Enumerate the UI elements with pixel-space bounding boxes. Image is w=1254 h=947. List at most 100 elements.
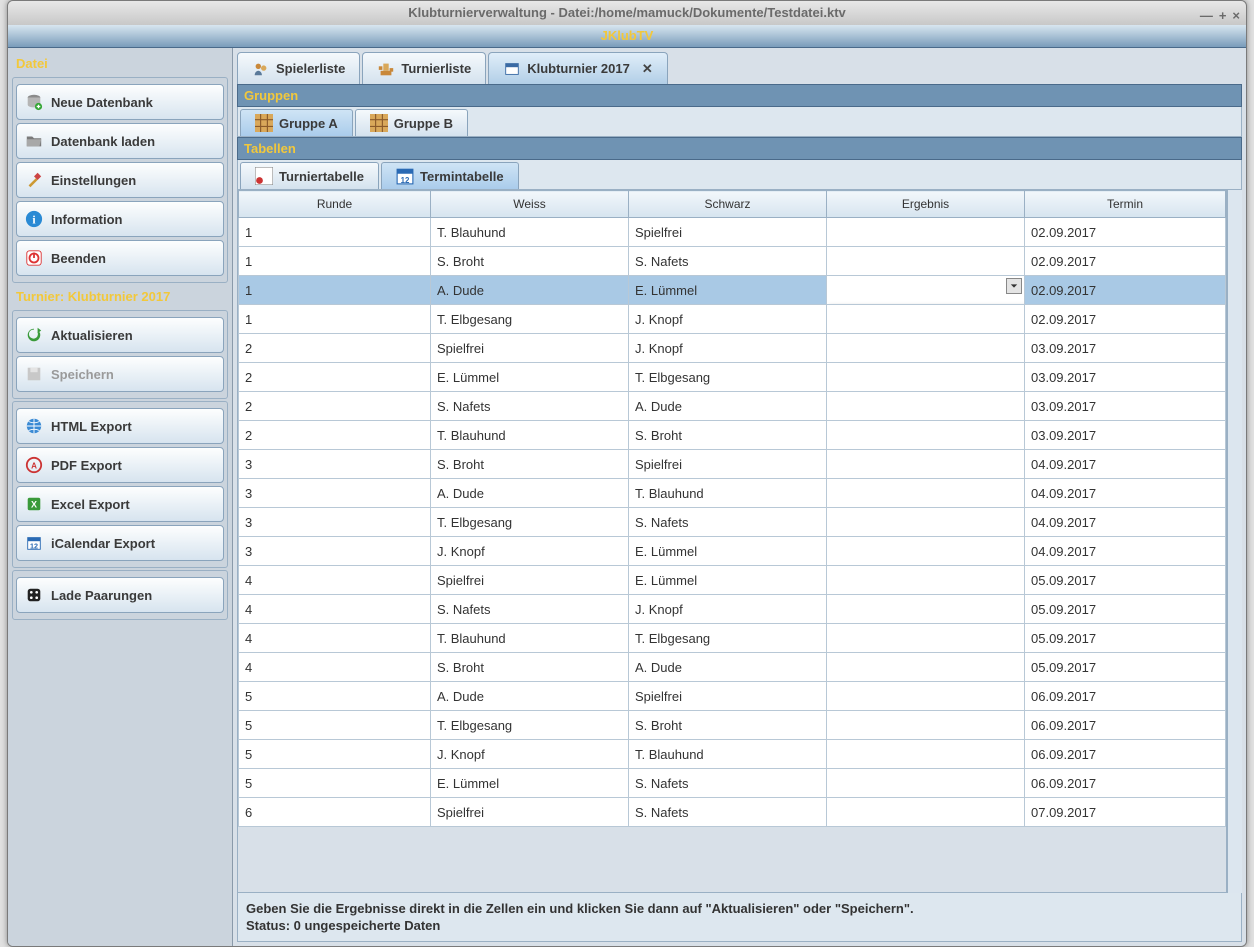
cell[interactable]: S. Broht — [431, 247, 629, 276]
cell[interactable]: E. Lümmel — [431, 769, 629, 798]
cell[interactable]: Spielfrei — [629, 682, 827, 711]
table-row[interactable]: 3A. DudeT. Blauhund04.09.2017 — [239, 479, 1226, 508]
cell[interactable] — [827, 566, 1025, 595]
cell[interactable]: 02.09.2017 — [1025, 218, 1226, 247]
cell[interactable]: 02.09.2017 — [1025, 247, 1226, 276]
info-button[interactable]: i Information — [16, 201, 224, 237]
col-schwarz[interactable]: Schwarz — [629, 191, 827, 218]
cell[interactable]: 06.09.2017 — [1025, 682, 1226, 711]
cell[interactable]: E. Lümmel — [431, 363, 629, 392]
cell[interactable] — [827, 421, 1025, 450]
table-row[interactable]: 2SpielfreiJ. Knopf 03.09.2017 — [239, 334, 1226, 363]
vertical-scrollbar[interactable] — [1227, 190, 1242, 893]
cell[interactable]: S. Nafets — [629, 247, 827, 276]
settings-button[interactable]: Einstellungen — [16, 162, 224, 198]
cell[interactable]: S. Nafets — [629, 769, 827, 798]
cell[interactable]: 07.09.2017 — [1025, 798, 1226, 827]
cell[interactable]: A. Dude — [431, 479, 629, 508]
cell[interactable]: 04.09.2017 — [1025, 537, 1226, 566]
col-ergebnis[interactable]: Ergebnis — [827, 191, 1025, 218]
cell[interactable]: 04.09.2017 — [1025, 450, 1226, 479]
cell[interactable] — [827, 740, 1025, 769]
table-row[interactable]: 3T. ElbgesangS. Nafets04.09.2017 — [239, 508, 1226, 537]
col-runde[interactable]: Runde — [239, 191, 431, 218]
cell[interactable]: 5 — [239, 740, 431, 769]
cell[interactable]: S. Nafets — [629, 508, 827, 537]
cell[interactable]: 06.09.2017 — [1025, 711, 1226, 740]
cell[interactable]: 4 — [239, 653, 431, 682]
col-termin[interactable]: Termin — [1025, 191, 1226, 218]
cell[interactable] — [827, 595, 1025, 624]
table-row[interactable]: 2E. LümmelT. Elbgesang03.09.2017 — [239, 363, 1226, 392]
cell[interactable]: 02.09.2017 — [1025, 276, 1226, 305]
refresh-button[interactable]: Aktualisieren — [16, 317, 224, 353]
cell[interactable]: 3 — [239, 508, 431, 537]
cell[interactable]: A. Dude — [629, 653, 827, 682]
cell[interactable] — [827, 450, 1025, 479]
cell[interactable] — [827, 247, 1025, 276]
load-database-button[interactable]: Datenbank laden — [16, 123, 224, 159]
ical-export-button[interactable]: 12 iCalendar Export — [16, 525, 224, 561]
cell[interactable]: Spielfrei — [431, 334, 629, 363]
col-weiss[interactable]: Weiss — [431, 191, 629, 218]
cell[interactable]: 1 — [239, 218, 431, 247]
cell[interactable]: 05.09.2017 — [1025, 595, 1226, 624]
cell[interactable]: 2 — [239, 421, 431, 450]
cell[interactable]: 02.09.2017 — [1025, 305, 1226, 334]
table-row[interactable]: 1S. BrohtS. Nafets02.09.2017 — [239, 247, 1226, 276]
table-row[interactable]: 3S. BrohtSpielfrei04.09.2017 — [239, 450, 1226, 479]
cell[interactable]: T. Elbgesang — [431, 305, 629, 334]
cell[interactable]: A. Dude — [629, 392, 827, 421]
cell[interactable]: 05.09.2017 — [1025, 566, 1226, 595]
cell[interactable]: S. Broht — [431, 653, 629, 682]
dropdown-arrow-icon[interactable] — [1006, 278, 1022, 294]
cell[interactable] — [827, 537, 1025, 566]
cell[interactable]: 04.09.2017 — [1025, 508, 1226, 537]
cell[interactable]: T. Blauhund — [431, 421, 629, 450]
tab-close-icon[interactable]: ✕ — [642, 61, 653, 77]
excel-export-button[interactable]: X Excel Export — [16, 486, 224, 522]
table-row[interactable]: 5T. ElbgesangS. Broht06.09.2017 — [239, 711, 1226, 740]
table-row[interactable]: 4S. BrohtA. Dude05.09.2017 — [239, 653, 1226, 682]
cell[interactable]: 5 — [239, 682, 431, 711]
cell[interactable]: 03.09.2017 — [1025, 334, 1226, 363]
cell[interactable]: Spielfrei — [629, 450, 827, 479]
table-row[interactable]: 5A. DudeSpielfrei 06.09.2017 — [239, 682, 1226, 711]
table-row[interactable]: 5J. KnopfT. Blauhund06.09.2017 — [239, 740, 1226, 769]
cell[interactable]: T. Elbgesang — [629, 624, 827, 653]
cell[interactable] — [827, 624, 1025, 653]
tab-turniertabelle[interactable]: Turniertabelle — [240, 162, 379, 189]
cell[interactable]: 03.09.2017 — [1025, 363, 1226, 392]
cell[interactable]: 1 — [239, 305, 431, 334]
cell[interactable]: 04.09.2017 — [1025, 479, 1226, 508]
tab-klubturnier[interactable]: Klubturnier 2017 ✕ — [488, 52, 668, 84]
cell[interactable]: T. Elbgesang — [629, 363, 827, 392]
cell[interactable] — [827, 653, 1025, 682]
save-button[interactable]: Speichern — [16, 356, 224, 392]
cell[interactable]: J. Knopf — [629, 595, 827, 624]
tab-gruppe-a[interactable]: Gruppe A — [240, 109, 353, 136]
pdf-export-button[interactable]: A PDF Export — [16, 447, 224, 483]
cell[interactable]: E. Lümmel — [629, 566, 827, 595]
cell[interactable]: S. Broht — [431, 450, 629, 479]
tab-gruppe-b[interactable]: Gruppe B — [355, 109, 468, 136]
tab-turnierliste[interactable]: Turnierliste — [362, 52, 486, 84]
cell[interactable]: Spielfrei — [431, 798, 629, 827]
cell[interactable]: A. Dude — [431, 682, 629, 711]
cell[interactable] — [827, 508, 1025, 537]
cell[interactable]: 1 — [239, 276, 431, 305]
cell[interactable]: 2 — [239, 334, 431, 363]
table-row[interactable]: 4T. BlauhundT. Elbgesang05.09.2017 — [239, 624, 1226, 653]
cell[interactable] — [827, 711, 1025, 740]
cell[interactable]: T. Elbgesang — [431, 711, 629, 740]
cell[interactable]: 03.09.2017 — [1025, 421, 1226, 450]
cell[interactable] — [827, 305, 1025, 334]
cell[interactable]: J. Knopf — [629, 334, 827, 363]
cell[interactable]: J. Knopf — [431, 740, 629, 769]
cell[interactable] — [827, 218, 1025, 247]
close-icon[interactable]: × — [1232, 4, 1240, 28]
table-row[interactable]: 2S. NafetsA. Dude03.09.2017 — [239, 392, 1226, 421]
table-row[interactable]: 2T. BlauhundS. Broht03.09.2017 — [239, 421, 1226, 450]
table-row[interactable]: 3J. KnopfE. Lümmel04.09.2017 — [239, 537, 1226, 566]
cell[interactable]: E. Lümmel — [629, 276, 827, 305]
